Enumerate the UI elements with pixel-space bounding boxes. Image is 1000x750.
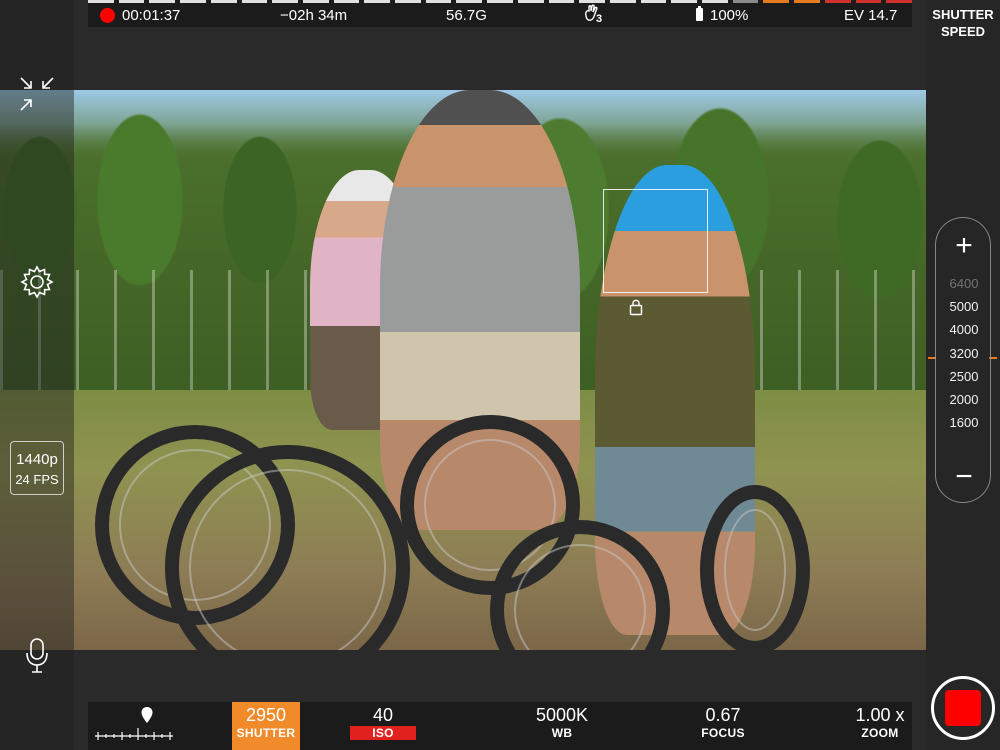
zoom-label: ZOOM (861, 726, 899, 740)
scale-value[interactable]: 4000 (936, 322, 992, 337)
location-ruler[interactable] (94, 702, 174, 750)
status-bar: 00:01:37 −02h 34m 56.7G 3 100% EV 14.7 (88, 0, 912, 27)
scale-value[interactable]: 1600 (936, 415, 992, 430)
focus-value: 0.67 (705, 705, 741, 725)
zoom-control[interactable]: 1.00 x ZOOM (840, 702, 920, 750)
scale-value-current[interactable]: 3200 (936, 346, 992, 361)
microphone-icon[interactable] (25, 637, 49, 675)
bike-wheel-5 (700, 485, 810, 650)
stabilizer-level: 3 (596, 13, 603, 25)
shutter-speed-slider[interactable]: + 6400 5000 4000 3200 2500 2000 1600 − (935, 217, 991, 503)
scale-value[interactable]: 6400 (936, 276, 992, 291)
white-balance-control[interactable]: 5000K WB (518, 702, 606, 750)
battery-icon (696, 6, 703, 21)
resolution-fps-button[interactable]: 1440p 24 FPS (10, 441, 64, 495)
active-parameter-title: SHUTTER SPEED (926, 6, 1000, 40)
wb-label: WB (551, 726, 573, 740)
wb-value: 5000K (535, 705, 589, 725)
increase-button[interactable]: + (936, 231, 992, 261)
remaining-time: −02h 34m (280, 7, 348, 24)
scale-value[interactable]: 5000 (936, 299, 992, 314)
camera-app: 00:01:37 −02h 34m 56.7G 3 100% EV 14.7 S… (0, 0, 1000, 750)
focus-exposure-box[interactable] (603, 189, 708, 293)
decrease-button[interactable]: − (936, 462, 992, 492)
shutter-label: SHUTTER (236, 726, 296, 740)
focus-control[interactable]: 0.67 FOCUS (684, 702, 762, 750)
location-pin-icon (141, 707, 153, 723)
exposure-value: EV 14.7 (844, 7, 898, 24)
title-line-1: SHUTTER (932, 7, 994, 22)
focus-label: FOCUS (701, 726, 745, 740)
storage-remaining: 56.7G (446, 7, 487, 24)
audio-level-meter (88, 0, 912, 3)
shutter-control[interactable]: 2950 SHUTTER (232, 702, 300, 750)
resolution-label: 1440p (16, 451, 58, 468)
collapse-arrows-icon[interactable] (19, 76, 55, 112)
scale-value[interactable]: 2000 (936, 392, 992, 407)
stop-square-icon (945, 690, 981, 726)
parameter-bar: 2950 SHUTTER 40 ISO 5000K WB 0.67 FOCUS … (88, 702, 912, 750)
ruler-ticks (95, 728, 173, 740)
recording-indicator-icon (100, 8, 115, 23)
settings-gear-icon[interactable] (19, 264, 55, 300)
timecode: 00:01:37 (122, 7, 181, 24)
fps-label: 24 FPS (15, 472, 59, 487)
iso-value: 40 (372, 705, 394, 725)
viewfinder[interactable] (0, 90, 926, 650)
shutter-value: 2950 (245, 705, 287, 725)
title-line-2: SPEED (940, 24, 986, 39)
iso-control[interactable]: 40 ISO (350, 702, 416, 750)
record-stop-button[interactable] (931, 676, 995, 740)
lock-icon[interactable] (629, 298, 643, 316)
battery-level: 100% (710, 7, 749, 24)
scale-value[interactable]: 2500 (936, 369, 992, 384)
iso-label: ISO (350, 726, 416, 740)
zoom-value: 1.00 x (855, 705, 905, 725)
stabilizer-status[interactable]: 3 (582, 4, 603, 28)
